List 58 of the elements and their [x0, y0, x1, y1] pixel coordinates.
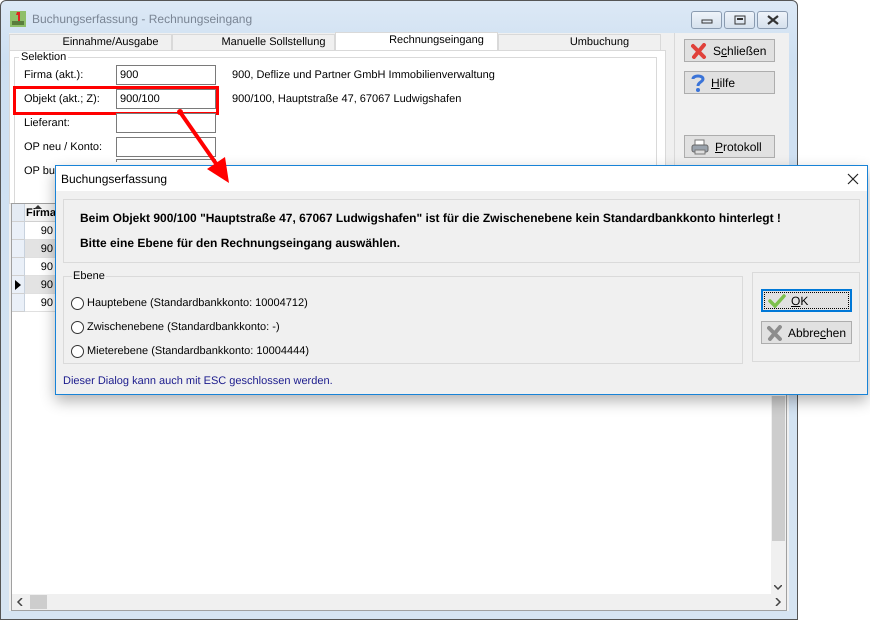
field-label: Lieferant:	[24, 117, 71, 129]
dialog-button[interactable]: OK	[761, 289, 852, 312]
input-field[interactable]	[116, 113, 216, 133]
maximize-button[interactable]	[724, 11, 755, 29]
table-cell: 90	[25, 240, 55, 258]
minimize-button[interactable]	[691, 11, 722, 29]
column-header[interactable]: Firma	[25, 204, 55, 222]
help-icon	[691, 74, 705, 92]
field-info: 900/100, Hauptstraße 47, 67067 Ludwigshafen	[232, 93, 462, 105]
row-indicator[interactable]	[12, 276, 25, 294]
current-row-icon	[15, 280, 21, 290]
hint-text: Dieser Dialog kann auch mit ESC geschlossen werden.	[63, 375, 334, 387]
side-button[interactable]: Hilfe	[684, 71, 775, 94]
horizontal-scrollbar[interactable]	[12, 594, 786, 610]
dialog-title: Buchungserfassung	[61, 172, 168, 186]
close-icon	[766, 15, 778, 25]
printer-icon	[691, 138, 709, 154]
header-corner	[12, 204, 25, 222]
input-field[interactable]: 900	[116, 65, 216, 85]
radio-button[interactable]	[71, 344, 84, 358]
field-label: Objekt (akt.; Z):	[24, 93, 101, 105]
table-cell: 90	[25, 276, 55, 294]
input-field[interactable]	[116, 159, 216, 162]
close-button[interactable]	[757, 11, 788, 29]
side-button[interactable]: Schließen	[684, 39, 775, 62]
scroll-down-icon	[774, 585, 782, 590]
group-title: Selektion	[19, 51, 68, 63]
scroll-right-icon	[774, 598, 782, 606]
radio-button[interactable]	[71, 320, 84, 334]
app-icon	[10, 11, 26, 27]
message-text: Bitte eine Ebene für den Rechnungseingang auswählen.	[80, 235, 402, 252]
close-icon[interactable]	[847, 172, 859, 184]
tab[interactable]: Manuelle Sollstellung	[172, 34, 335, 50]
field-label: Firma (akt.):	[24, 69, 84, 81]
message-text: Beim Objekt 900/100 "Hauptstraße 47, 67067 Ludwigshafen" ist für die Zwischenebene kein Standardbankkonto hinterlegt !	[80, 210, 782, 227]
window-title: Buchungserfassung - Rechnungseingang	[32, 12, 252, 26]
tab[interactable]: Rechnungseingang	[335, 32, 498, 50]
input-field[interactable]: 900/100	[116, 89, 216, 109]
radio-button[interactable]	[71, 296, 84, 310]
scroll-left-icon	[16, 598, 24, 606]
cancel-icon	[767, 324, 783, 340]
option-label: Hauptebene (Standardbankkonto: 10004712)	[87, 297, 308, 309]
option-label: Zwischenebene (Standardbankkonto: -)	[87, 321, 280, 333]
tab[interactable]: Einnahme/Ausgabe	[9, 34, 172, 50]
tab[interactable]: Umbuchung	[498, 34, 661, 50]
field-info: 900, Deflize und Partner GmbH Immobilienverwaltung	[232, 69, 495, 81]
group-title: Ebene	[72, 270, 106, 282]
dialog-button[interactable]: Abbrechen	[761, 321, 852, 344]
field-label: OP neu / Konto:	[24, 141, 104, 153]
maximize-icon	[734, 15, 746, 25]
input-field[interactable]	[116, 137, 216, 157]
field-label: OP bu	[24, 165, 56, 177]
check-icon	[768, 294, 786, 308]
close-icon	[691, 42, 707, 58]
side-button[interactable]: Protokoll	[684, 135, 775, 158]
scroll-thumb[interactable]	[30, 595, 47, 609]
vertical-scrollbar[interactable]	[771, 396, 786, 594]
option-label: Mieterebene (Standardbankkonto: 10004444)	[87, 345, 309, 357]
